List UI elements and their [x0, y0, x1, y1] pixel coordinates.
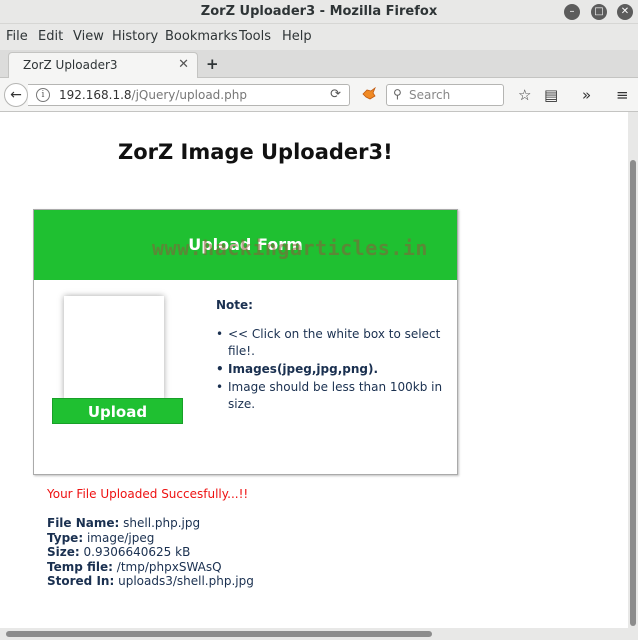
page-heading: ZorZ Image Uploader3!: [118, 140, 393, 164]
hamburger-menu-icon[interactable]: ≡: [616, 86, 629, 104]
url-bar[interactable]: i 192.168.1.8/jQuery/upload.php ⟳: [28, 84, 350, 106]
menu-bookmarks[interactable]: Bookmarks: [165, 29, 238, 44]
file-info-key: Type:: [47, 530, 84, 545]
upload-button[interactable]: Upload: [52, 398, 183, 424]
vertical-scrollbar[interactable]: [628, 112, 638, 628]
horizontal-scrollbar[interactable]: [0, 628, 638, 640]
file-select-box[interactable]: [64, 296, 164, 400]
watermark: www.hackingarticles.in: [152, 236, 428, 260]
file-info-value: uploads3/shell.php.jpg: [118, 574, 254, 588]
file-info-row: Size: 0.9306640625 kB: [47, 545, 254, 560]
window-title: ZorZ Uploader3 - Mozilla Firefox: [200, 4, 438, 19]
search-bar[interactable]: ⚲: [386, 84, 504, 106]
file-info-value: /tmp/phpxSWAsQ: [116, 559, 222, 574]
note-list: << Click on the white box to select file…: [216, 326, 452, 414]
url-path: /jQuery/upload.php: [131, 88, 247, 102]
page-content: ZorZ Image Uploader3! Upload Form www.ha…: [0, 112, 628, 628]
tab-close-icon[interactable]: ✕: [178, 57, 189, 72]
file-info-key: Stored In:: [47, 574, 115, 588]
menu-history[interactable]: History: [112, 29, 158, 44]
menu-bar: File Edit View History Bookmarks Tools H…: [0, 24, 638, 50]
menu-file[interactable]: File: [6, 29, 28, 44]
title-bar: ZorZ Uploader3 - Mozilla Firefox – □ ✕: [0, 0, 638, 24]
note-item: Image should be less than 100kb in size.: [216, 379, 452, 413]
note-item: Images(jpeg,jpg,png).: [216, 361, 452, 378]
menu-help[interactable]: Help: [282, 29, 312, 44]
menu-view[interactable]: View: [73, 29, 104, 44]
minimize-icon[interactable]: –: [564, 4, 580, 20]
url-host: 192.168.1.8: [59, 88, 132, 102]
url-text[interactable]: 192.168.1.8/jQuery/upload.php: [59, 88, 247, 102]
close-icon[interactable]: ✕: [617, 4, 633, 20]
file-info-row: Stored In: uploads3/shell.php.jpg: [47, 574, 254, 589]
info-icon[interactable]: i: [36, 88, 50, 102]
menu-edit[interactable]: Edit: [38, 29, 63, 44]
file-info-value: image/jpeg: [86, 530, 155, 545]
file-info-row: File Name: shell.php.jpg: [47, 516, 254, 531]
search-input[interactable]: [409, 87, 499, 103]
navigation-bar: ← i 192.168.1.8/jQuery/upload.php ⟳ ⚲ ☆ …: [0, 78, 638, 112]
back-arrow-icon[interactable]: ←: [4, 83, 28, 107]
note-item: << Click on the white box to select file…: [216, 326, 452, 360]
note-title: Note:: [216, 298, 253, 312]
search-icon: ⚲: [393, 87, 402, 101]
success-message: Your File Uploaded Succesfully...!!: [47, 487, 249, 501]
menu-tools[interactable]: Tools: [239, 29, 271, 44]
tab-bar: ZorZ Uploader3 ✕ +: [0, 50, 638, 78]
overflow-chevron-icon[interactable]: »: [582, 86, 591, 104]
bookmark-star-icon[interactable]: ☆: [518, 86, 531, 104]
horizontal-scrollbar-thumb[interactable]: [6, 631, 432, 637]
fox-extension-icon[interactable]: [362, 87, 376, 101]
reload-icon[interactable]: ⟳: [330, 87, 341, 102]
file-info: File Name: shell.php.jpg Type: image/jpe…: [47, 516, 254, 589]
maximize-icon[interactable]: □: [591, 4, 607, 20]
upload-form-card: Upload Form www.hackingarticles.in Uploa…: [33, 209, 458, 475]
file-info-value: 0.9306640625 kB: [83, 545, 191, 559]
form-header: Upload Form www.hackingarticles.in: [34, 210, 457, 280]
file-info-value: shell.php.jpg: [123, 516, 201, 530]
file-info-key: Temp file:: [47, 559, 113, 574]
new-tab-icon[interactable]: +: [206, 55, 219, 73]
browser-window: ZorZ Uploader3 - Mozilla Firefox – □ ✕ F…: [0, 0, 638, 640]
file-info-key: File Name:: [47, 516, 120, 530]
file-info-row: Type: image/jpeg: [47, 531, 254, 546]
file-info-row: Temp file: /tmp/phpxSWAsQ: [47, 560, 254, 575]
file-info-key: Size:: [47, 545, 80, 559]
tab-label: ZorZ Uploader3: [23, 58, 118, 72]
tab-zorz-uploader[interactable]: ZorZ Uploader3 ✕: [8, 52, 198, 78]
vertical-scrollbar-thumb[interactable]: [630, 160, 636, 626]
reading-list-icon[interactable]: ▤: [544, 86, 558, 104]
